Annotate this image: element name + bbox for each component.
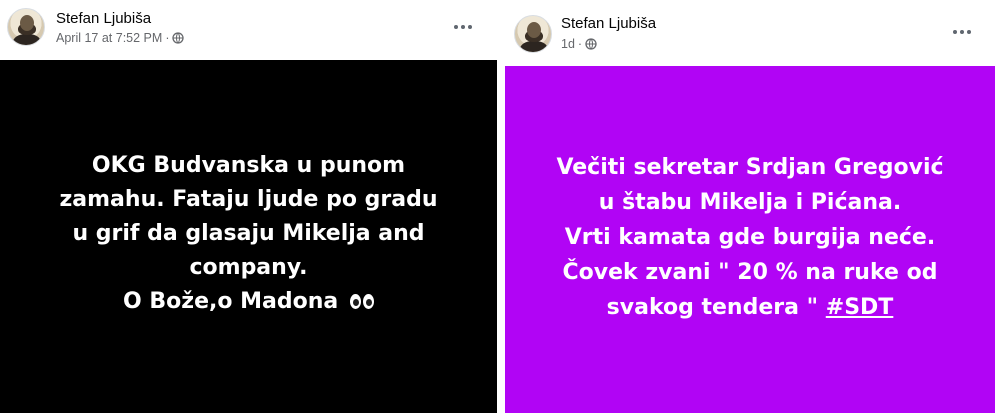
post-timestamp[interactable]: April 17 at 7:52 PM bbox=[56, 31, 162, 45]
post-text-line: u grif da glasaju Mikelja and bbox=[72, 220, 425, 246]
post-text-line-last: O Bože,o Madona bbox=[59, 285, 437, 319]
post-text-line: Večiti sekretar Srdjan Gregović bbox=[556, 155, 944, 180]
post-text-line: zamahu. Fataju ljude po gradu bbox=[59, 186, 438, 212]
author-avatar[interactable] bbox=[7, 8, 45, 46]
post-text-line: OKG Budvanska u punom bbox=[91, 152, 406, 178]
post-left: Stefan Ljubiša April 17 at 7:52 PM · OKG… bbox=[0, 0, 497, 413]
author-avatar[interactable] bbox=[514, 15, 552, 53]
author-name[interactable]: Stefan Ljubiša bbox=[561, 15, 656, 32]
globe-icon[interactable] bbox=[172, 32, 185, 44]
author-name[interactable]: Stefan Ljubiša bbox=[56, 10, 151, 27]
post-text: Večiti sekretar Srdjan Gregović u štabu … bbox=[556, 150, 943, 325]
post-meta: April 17 at 7:52 PM · bbox=[56, 31, 185, 45]
eyes-emoji-icon bbox=[349, 294, 374, 309]
meta-separator: · bbox=[165, 31, 170, 45]
post-text-line: company. bbox=[189, 254, 308, 280]
more-options-icon[interactable] bbox=[448, 15, 478, 39]
post-text-line: u štabu Mikelja i Pićana. bbox=[598, 190, 902, 215]
post-text: OKG Budvanska u punom zamahu. Fataju lju… bbox=[59, 149, 437, 319]
post-text-line: svakog tendera " bbox=[606, 295, 819, 320]
hashtag-link[interactable]: #SDT bbox=[826, 295, 894, 320]
post-text-background: Večiti sekretar Srdjan Gregović u štabu … bbox=[505, 66, 995, 413]
post-text-background: OKG Budvanska u punom zamahu. Fataju lju… bbox=[0, 60, 497, 413]
post-text-line: O Bože,o Madona bbox=[123, 288, 339, 314]
post-meta: 1d · bbox=[561, 37, 597, 51]
more-options-icon[interactable] bbox=[947, 20, 977, 44]
post-text-line-last: svakog tendera " #SDT bbox=[556, 290, 943, 325]
post-text-line: Vrti kamata gde burgija neće. bbox=[564, 225, 936, 250]
meta-separator: · bbox=[577, 37, 583, 51]
post-right: Stefan Ljubiša 1d · Večiti sekretar Srdj… bbox=[497, 0, 995, 413]
post-text-line: Čovek zvani " 20 % na ruke od bbox=[562, 260, 938, 285]
globe-icon[interactable] bbox=[585, 38, 597, 50]
post-timestamp[interactable]: 1d bbox=[561, 37, 575, 51]
